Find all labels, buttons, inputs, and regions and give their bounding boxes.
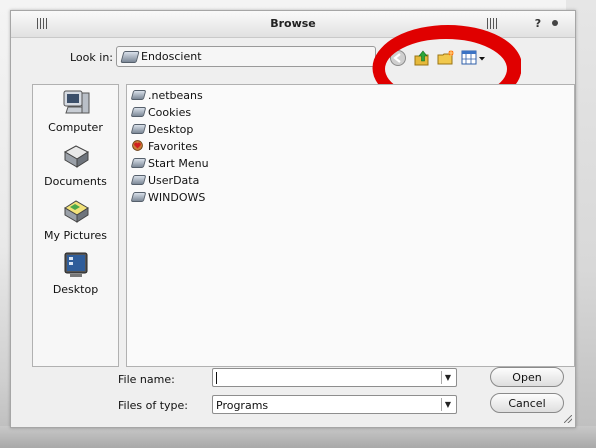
desktop-background-bottom bbox=[0, 426, 596, 448]
file-type-label: Files of type: bbox=[118, 399, 189, 412]
file-name: UserData bbox=[148, 174, 200, 187]
drive-folder-icon bbox=[130, 90, 147, 100]
list-item[interactable]: WINDOWS bbox=[130, 189, 331, 206]
drive-folder-icon bbox=[130, 158, 147, 168]
chevron-down-icon[interactable]: ▼ bbox=[442, 372, 454, 384]
file-name: .netbeans bbox=[148, 89, 203, 102]
resize-grip-icon[interactable] bbox=[564, 415, 572, 423]
file-name-field[interactable]: ▼ bbox=[212, 368, 457, 387]
file-type-dropdown[interactable]: Programs ▼ bbox=[212, 395, 457, 414]
file-name: Start Menu bbox=[148, 157, 209, 170]
pictures-icon bbox=[64, 200, 89, 223]
file-name: Cookies bbox=[148, 106, 192, 119]
file-name: Desktop bbox=[148, 123, 194, 136]
computer-icon bbox=[63, 90, 90, 114]
places-sidebar: Computer Documents My Pictures Desktop bbox=[32, 84, 119, 367]
documents-icon bbox=[63, 145, 90, 168]
favorites-icon bbox=[132, 140, 143, 151]
browse-dialog: Browse ? Look in: Endoscient Computer Do… bbox=[10, 10, 576, 428]
cancel-button[interactable]: Cancel bbox=[490, 393, 564, 413]
drive-folder-icon bbox=[120, 51, 140, 63]
file-name-label: File name: bbox=[118, 373, 175, 386]
place-label: Desktop bbox=[52, 283, 99, 296]
title-bar[interactable]: Browse ? bbox=[11, 11, 575, 38]
view-menu-icon[interactable] bbox=[461, 49, 487, 67]
list-item[interactable]: Favorites bbox=[131, 138, 331, 155]
place-documents[interactable]: Documents bbox=[33, 139, 118, 191]
file-type-value: Programs bbox=[216, 399, 269, 412]
up-folder-icon[interactable] bbox=[413, 49, 431, 67]
close-button[interactable] bbox=[552, 20, 558, 26]
back-icon[interactable] bbox=[389, 49, 407, 67]
drive-folder-icon bbox=[130, 107, 147, 117]
file-name: WINDOWS bbox=[148, 191, 206, 204]
list-item[interactable]: Start Menu bbox=[130, 155, 331, 172]
look-in-label: Look in: bbox=[70, 51, 113, 64]
file-name: Favorites bbox=[148, 140, 198, 153]
text-caret bbox=[216, 372, 217, 384]
place-my-pictures[interactable]: My Pictures bbox=[33, 193, 118, 245]
look-in-dropdown[interactable]: Endoscient bbox=[116, 46, 376, 67]
desktop-icon bbox=[64, 252, 88, 277]
place-desktop[interactable]: Desktop bbox=[33, 247, 118, 299]
grip-right-icon bbox=[487, 18, 497, 29]
drive-folder-icon bbox=[130, 124, 147, 134]
look-in-value: Endoscient bbox=[141, 50, 202, 63]
file-list[interactable]: .netbeans Cookies Desktop Favorites Star… bbox=[126, 84, 575, 367]
list-item[interactable]: .netbeans bbox=[130, 87, 331, 104]
drive-folder-icon bbox=[130, 175, 147, 185]
open-button[interactable]: Open bbox=[490, 367, 564, 387]
list-item[interactable]: UserData bbox=[130, 172, 331, 189]
place-label: Computer bbox=[48, 121, 103, 134]
place-label: My Pictures bbox=[43, 229, 108, 242]
new-folder-icon[interactable] bbox=[437, 49, 455, 67]
nav-toolbar bbox=[389, 49, 509, 71]
chevron-down-icon[interactable]: ▼ bbox=[442, 399, 454, 411]
place-computer[interactable]: Computer bbox=[33, 85, 118, 137]
place-label: Documents bbox=[44, 175, 107, 188]
list-item[interactable]: Cookies bbox=[130, 104, 331, 121]
drive-folder-icon bbox=[130, 192, 147, 202]
list-item[interactable]: Desktop bbox=[130, 121, 331, 138]
help-button[interactable]: ? bbox=[531, 17, 545, 31]
